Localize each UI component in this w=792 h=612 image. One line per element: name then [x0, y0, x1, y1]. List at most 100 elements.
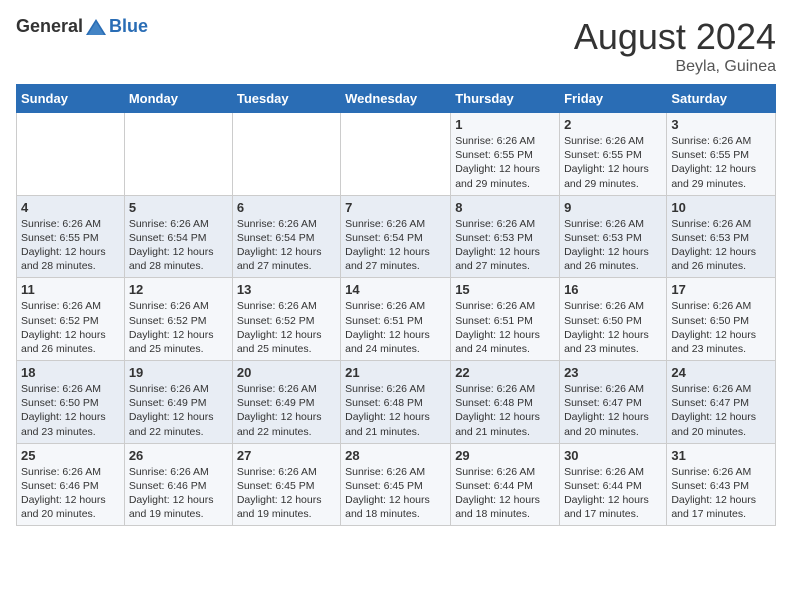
day-info: Sunrise: 6:26 AM Sunset: 6:51 PM Dayligh… [345, 299, 446, 356]
day-cell: 28 Sunrise: 6:26 AM Sunset: 6:45 PM Dayli… [341, 443, 451, 526]
day-info: Sunrise: 6:26 AM Sunset: 6:48 PM Dayligh… [345, 382, 446, 439]
day-cell: 2 Sunrise: 6:26 AM Sunset: 6:55 PM Daylig… [560, 113, 667, 196]
day-number: 16 [564, 282, 662, 297]
day-cell: 24 Sunrise: 6:26 AM Sunset: 6:47 PM Dayli… [667, 361, 776, 444]
day-number: 19 [129, 365, 228, 380]
day-info: Sunrise: 6:26 AM Sunset: 6:47 PM Dayligh… [671, 382, 771, 439]
day-info: Sunrise: 6:26 AM Sunset: 6:53 PM Dayligh… [455, 217, 555, 274]
day-number: 27 [237, 448, 336, 463]
day-number: 14 [345, 282, 446, 297]
day-cell: 6 Sunrise: 6:26 AM Sunset: 6:54 PM Daylig… [232, 195, 340, 278]
day-cell [124, 113, 232, 196]
header-row: SundayMondayTuesdayWednesdayThursdayFrid… [17, 85, 776, 113]
week-row-2: 4 Sunrise: 6:26 AM Sunset: 6:55 PM Daylig… [17, 195, 776, 278]
calendar-table: SundayMondayTuesdayWednesdayThursdayFrid… [16, 84, 776, 526]
day-cell: 26 Sunrise: 6:26 AM Sunset: 6:46 PM Dayli… [124, 443, 232, 526]
week-row-1: 1Sunrise: 6:26 AM Sunset: 6:55 PM Daylig… [17, 113, 776, 196]
day-number: 13 [237, 282, 336, 297]
day-cell: 18Sunrise: 6:26 AM Sunset: 6:50 PM Dayli… [17, 361, 125, 444]
day-info: Sunrise: 6:26 AM Sunset: 6:45 PM Dayligh… [237, 465, 336, 522]
logo-general: General [16, 16, 83, 37]
day-info: Sunrise: 6:26 AM Sunset: 6:55 PM Dayligh… [455, 134, 555, 191]
col-header-wednesday: Wednesday [341, 85, 451, 113]
day-info: Sunrise: 6:26 AM Sunset: 6:49 PM Dayligh… [237, 382, 336, 439]
day-number: 25 [21, 448, 120, 463]
day-info: Sunrise: 6:26 AM Sunset: 6:44 PM Dayligh… [455, 465, 555, 522]
day-info: Sunrise: 6:26 AM Sunset: 6:53 PM Dayligh… [564, 217, 662, 274]
day-cell: 11Sunrise: 6:26 AM Sunset: 6:52 PM Dayli… [17, 278, 125, 361]
day-number: 24 [671, 365, 771, 380]
day-number: 9 [564, 200, 662, 215]
day-cell [17, 113, 125, 196]
week-row-4: 18Sunrise: 6:26 AM Sunset: 6:50 PM Dayli… [17, 361, 776, 444]
day-cell: 17Sunrise: 6:26 AM Sunset: 6:50 PM Dayli… [667, 278, 776, 361]
day-info: Sunrise: 6:26 AM Sunset: 6:49 PM Dayligh… [129, 382, 228, 439]
day-cell: 5Sunrise: 6:26 AM Sunset: 6:54 PM Daylig… [124, 195, 232, 278]
day-info: Sunrise: 6:26 AM Sunset: 6:46 PM Dayligh… [21, 465, 120, 522]
col-header-friday: Friday [560, 85, 667, 113]
day-cell: 20Sunrise: 6:26 AM Sunset: 6:49 PM Dayli… [232, 361, 340, 444]
day-info: Sunrise: 6:26 AM Sunset: 6:55 PM Dayligh… [21, 217, 120, 274]
day-info: Sunrise: 6:26 AM Sunset: 6:55 PM Dayligh… [564, 134, 662, 191]
logo-blue: Blue [109, 16, 148, 37]
day-number: 18 [21, 365, 120, 380]
day-info: Sunrise: 6:26 AM Sunset: 6:51 PM Dayligh… [455, 299, 555, 356]
day-cell: 13 Sunrise: 6:26 AM Sunset: 6:52 PM Dayli… [232, 278, 340, 361]
day-cell: 22 Sunrise: 6:26 AM Sunset: 6:48 PM Dayli… [451, 361, 560, 444]
day-info: Sunrise: 6:26 AM Sunset: 6:48 PM Dayligh… [455, 382, 555, 439]
col-header-sunday: Sunday [17, 85, 125, 113]
day-number: 28 [345, 448, 446, 463]
day-number: 4 [21, 200, 120, 215]
page-header: General Blue August 2024 Beyla, Guinea [16, 16, 776, 76]
day-number: 30 [564, 448, 662, 463]
day-cell: 25 Sunrise: 6:26 AM Sunset: 6:46 PM Dayli… [17, 443, 125, 526]
day-info: Sunrise: 6:26 AM Sunset: 6:52 PM Dayligh… [129, 299, 228, 356]
week-row-3: 11Sunrise: 6:26 AM Sunset: 6:52 PM Dayli… [17, 278, 776, 361]
logo: General Blue [16, 16, 148, 37]
day-number: 17 [671, 282, 771, 297]
week-row-5: 25 Sunrise: 6:26 AM Sunset: 6:46 PM Dayli… [17, 443, 776, 526]
day-number: 8 [455, 200, 555, 215]
day-info: Sunrise: 6:26 AM Sunset: 6:54 PM Dayligh… [345, 217, 446, 274]
day-number: 21 [345, 365, 446, 380]
day-cell [341, 113, 451, 196]
day-info: Sunrise: 6:26 AM Sunset: 6:54 PM Dayligh… [237, 217, 336, 274]
day-info: Sunrise: 6:26 AM Sunset: 6:45 PM Dayligh… [345, 465, 446, 522]
day-cell: 9 Sunrise: 6:26 AM Sunset: 6:53 PM Daylig… [560, 195, 667, 278]
day-number: 2 [564, 117, 662, 132]
day-cell: 16Sunrise: 6:26 AM Sunset: 6:50 PM Dayli… [560, 278, 667, 361]
day-number: 22 [455, 365, 555, 380]
day-info: Sunrise: 6:26 AM Sunset: 6:43 PM Dayligh… [671, 465, 771, 522]
day-number: 6 [237, 200, 336, 215]
day-info: Sunrise: 6:26 AM Sunset: 6:44 PM Dayligh… [564, 465, 662, 522]
day-info: Sunrise: 6:26 AM Sunset: 6:52 PM Dayligh… [237, 299, 336, 356]
day-cell: 19 Sunrise: 6:26 AM Sunset: 6:49 PM Dayli… [124, 361, 232, 444]
day-cell: 7Sunrise: 6:26 AM Sunset: 6:54 PM Daylig… [341, 195, 451, 278]
day-cell: 8 Sunrise: 6:26 AM Sunset: 6:53 PM Daylig… [451, 195, 560, 278]
day-number: 29 [455, 448, 555, 463]
day-cell: 14 Sunrise: 6:26 AM Sunset: 6:51 PM Dayli… [341, 278, 451, 361]
day-number: 26 [129, 448, 228, 463]
day-cell: 31 Sunrise: 6:26 AM Sunset: 6:43 PM Dayli… [667, 443, 776, 526]
col-header-monday: Monday [124, 85, 232, 113]
day-number: 12 [129, 282, 228, 297]
day-info: Sunrise: 6:26 AM Sunset: 6:46 PM Dayligh… [129, 465, 228, 522]
day-cell: 30 Sunrise: 6:26 AM Sunset: 6:44 PM Dayli… [560, 443, 667, 526]
day-number: 5 [129, 200, 228, 215]
month-title: August 2024 [574, 16, 776, 58]
day-cell: 27 Sunrise: 6:26 AM Sunset: 6:45 PM Dayli… [232, 443, 340, 526]
col-header-tuesday: Tuesday [232, 85, 340, 113]
logo-icon [85, 18, 107, 36]
day-cell: 4 Sunrise: 6:26 AM Sunset: 6:55 PM Daylig… [17, 195, 125, 278]
title-block: August 2024 Beyla, Guinea [574, 16, 776, 76]
day-number: 31 [671, 448, 771, 463]
col-header-thursday: Thursday [451, 85, 560, 113]
day-cell: 12 Sunrise: 6:26 AM Sunset: 6:52 PM Dayli… [124, 278, 232, 361]
day-number: 15 [455, 282, 555, 297]
day-info: Sunrise: 6:26 AM Sunset: 6:55 PM Dayligh… [671, 134, 771, 191]
day-info: Sunrise: 6:26 AM Sunset: 6:52 PM Dayligh… [21, 299, 120, 356]
day-cell: 3Sunrise: 6:26 AM Sunset: 6:55 PM Daylig… [667, 113, 776, 196]
day-cell: 21 Sunrise: 6:26 AM Sunset: 6:48 PM Dayli… [341, 361, 451, 444]
location-title: Beyla, Guinea [574, 58, 776, 76]
day-cell: 1Sunrise: 6:26 AM Sunset: 6:55 PM Daylig… [451, 113, 560, 196]
